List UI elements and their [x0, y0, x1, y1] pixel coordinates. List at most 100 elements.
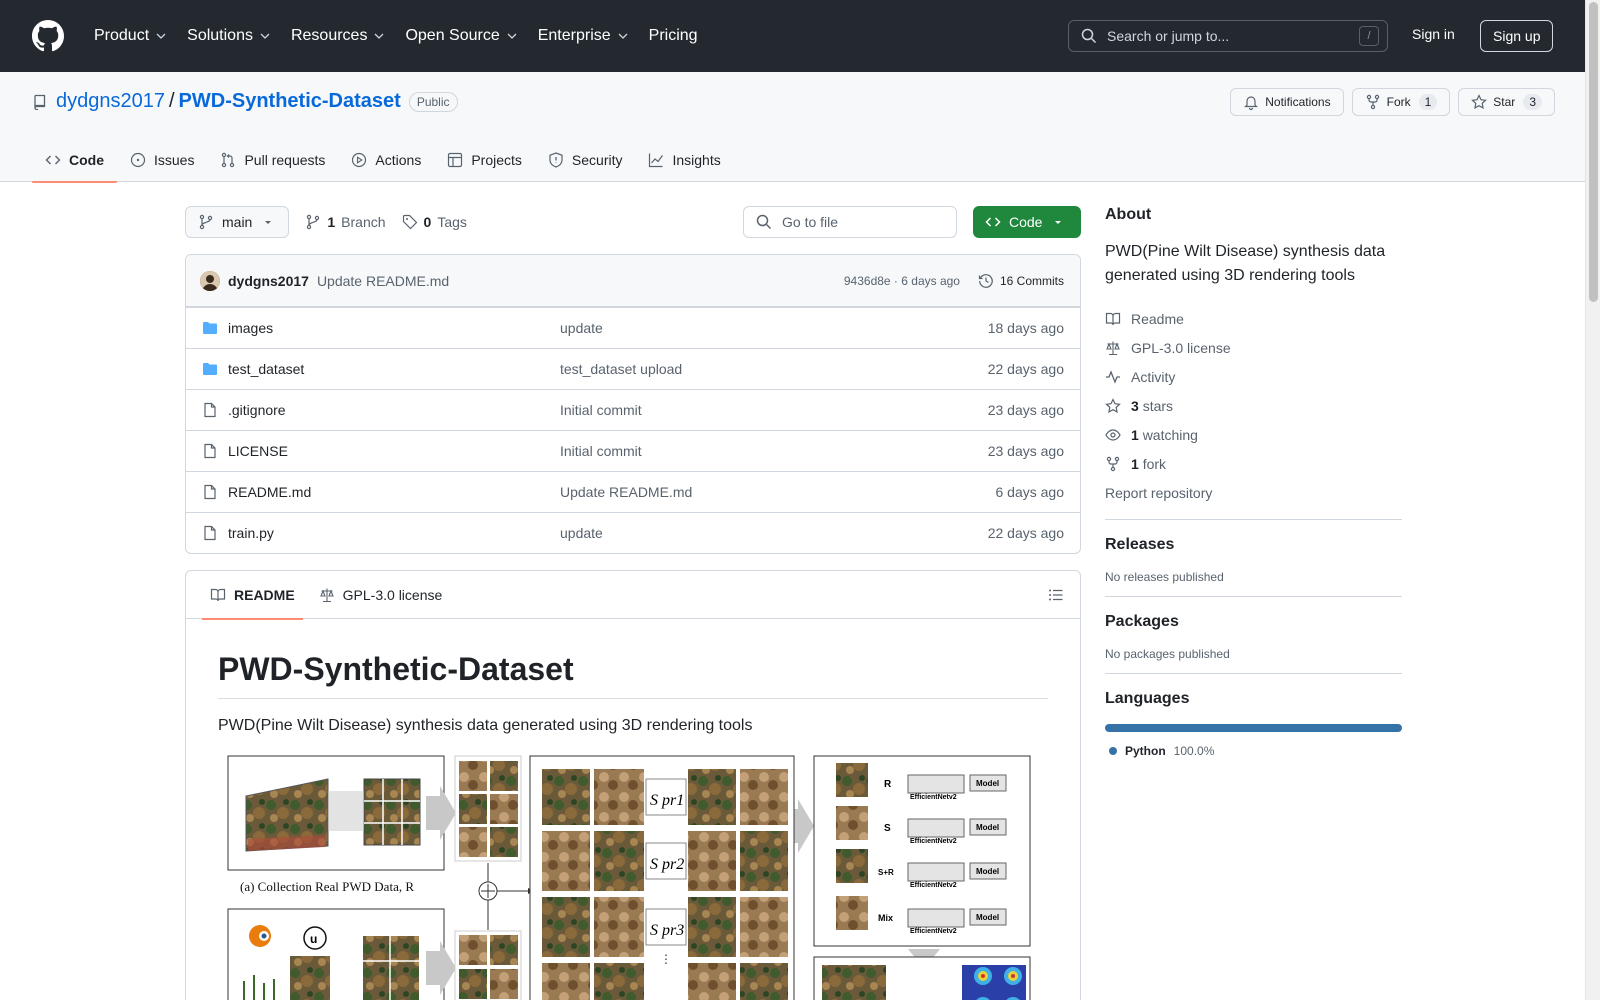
file-name-link[interactable]: LICENSE: [228, 443, 560, 459]
issue-icon: [130, 152, 146, 168]
nav-product-label: Product: [94, 27, 150, 44]
file-name-link[interactable]: images: [228, 320, 560, 336]
tab-license[interactable]: GPL-3.0 license: [311, 571, 451, 619]
net-label-3: EfficientNetv2: [910, 882, 957, 889]
code-icon: [45, 155, 61, 165]
go-to-file-input[interactable]: Go to file: [743, 206, 957, 238]
nav-resources[interactable]: Resources: [283, 21, 393, 51]
file-age: 22 days ago: [987, 361, 1064, 377]
file-commit-link[interactable]: test_dataset upload: [560, 361, 988, 377]
nav-product[interactable]: Product: [86, 21, 175, 51]
repo-header: dydgns2017 / PWD-Synthetic-Dataset Publi…: [0, 72, 1585, 183]
packages-heading[interactable]: Packages: [1105, 613, 1402, 631]
file-age: 6 days ago: [995, 484, 1065, 500]
nav-open-source[interactable]: Open Source: [397, 21, 525, 51]
code-icon: [985, 217, 1001, 227]
file-name-link[interactable]: train.py: [228, 525, 560, 541]
file-name-link[interactable]: README.md: [228, 484, 560, 500]
nav-resources-label: Resources: [290, 27, 368, 44]
file-commit-link[interactable]: Initial commit: [560, 443, 988, 459]
tab-projects[interactable]: Projects: [434, 138, 535, 182]
go-to-file-placeholder: Go to file: [782, 214, 839, 230]
branch-name: main: [222, 214, 253, 230]
languages-heading: Languages: [1105, 690, 1190, 707]
tab-readme[interactable]: README: [202, 571, 303, 620]
about-description: PWD(Pine Wilt Disease) synthesis data ge…: [1105, 243, 1386, 284]
tab-code[interactable]: Code: [32, 138, 117, 183]
branch-count: 1: [327, 214, 336, 230]
language-item[interactable]: Python 100.0%: [1105, 744, 1402, 758]
divider: [1105, 596, 1402, 597]
commit-author-link[interactable]: dydgns2017: [228, 273, 309, 289]
file-icon: [204, 402, 216, 418]
readme-link[interactable]: Readme: [1105, 304, 1402, 333]
nav-pricing[interactable]: Pricing: [641, 21, 706, 51]
net-label-1: EfficientNetv2: [910, 794, 957, 801]
fork-label: Fork: [1386, 95, 1411, 109]
watching-link[interactable]: 1 watching: [1105, 420, 1402, 449]
sidebar: About PWD(Pine Wilt Disease) synthesis d…: [1105, 206, 1402, 758]
code-dropdown-button[interactable]: Code: [973, 206, 1081, 238]
file-name-link[interactable]: .gitignore: [228, 402, 560, 418]
commit-age: 6 days ago: [901, 273, 960, 288]
tab-actions[interactable]: Actions: [338, 138, 434, 182]
file-commit-link[interactable]: update: [560, 320, 988, 336]
file-commit-link[interactable]: Initial commit: [560, 402, 988, 418]
activity-link[interactable]: Activity: [1105, 362, 1402, 391]
model-input-sr: S+R: [878, 868, 894, 877]
sign-up-button[interactable]: Sign up: [1480, 20, 1554, 52]
commit-hash-link[interactable]: 9436d8e: [844, 274, 891, 288]
chevron-down-icon: [618, 33, 628, 39]
github-logo-icon[interactable]: [32, 20, 64, 52]
star-button[interactable]: Star 3: [1458, 88, 1555, 116]
license-link[interactable]: GPL-3.0 license: [1105, 333, 1402, 362]
file-commit-link[interactable]: update: [560, 525, 988, 541]
file-name-link[interactable]: test_dataset: [228, 361, 560, 377]
search-input[interactable]: Search or jump to... /: [1068, 20, 1388, 52]
tags-link[interactable]: 0 Tags: [402, 214, 467, 230]
activity-link-label: Activity: [1131, 368, 1176, 385]
tab-issues[interactable]: Issues: [117, 138, 207, 182]
nav-solutions[interactable]: Solutions: [179, 21, 279, 51]
file-row[interactable]: images update 18 days ago: [186, 307, 1080, 348]
file-row[interactable]: .gitignore Initial commit 23 days ago: [186, 389, 1080, 430]
readme-figure: (a) Collection Real PWD Data, R S pr1 S …: [218, 751, 1036, 1000]
commit-message-link[interactable]: Update README.md: [317, 273, 449, 289]
about-heading: About: [1105, 206, 1152, 223]
spr3-label: S pr3: [650, 922, 684, 939]
tab-security[interactable]: Security: [535, 138, 636, 182]
tag-count-label: Tags: [437, 214, 467, 230]
sign-in-link[interactable]: Sign in: [1412, 26, 1455, 42]
file-row[interactable]: LICENSE Initial commit 23 days ago: [186, 430, 1080, 471]
tab-readme-label: README: [234, 586, 295, 603]
fork-button[interactable]: Fork 1: [1351, 88, 1451, 116]
eye-icon: [1105, 428, 1121, 441]
repo-owner-link[interactable]: dydgns2017: [56, 90, 165, 113]
file-commit-link[interactable]: Update README.md: [560, 484, 996, 500]
branch-selector[interactable]: main: [185, 206, 290, 238]
tab-issues-label: Issues: [154, 152, 195, 168]
list-unordered-icon[interactable]: [1048, 587, 1064, 603]
file-row[interactable]: train.py update 22 days ago: [186, 512, 1080, 553]
file-row[interactable]: test_dataset test_dataset upload 22 days…: [186, 348, 1080, 389]
tab-insights[interactable]: Insights: [635, 138, 733, 182]
star-count: 3: [1523, 94, 1542, 110]
readme-panel: README GPL-3.0 license PWD-Synthetic-Dat…: [185, 570, 1081, 1000]
repo-name-link[interactable]: PWD-Synthetic-Dataset: [179, 90, 401, 113]
book-icon: [210, 588, 226, 601]
svg-text:⋮: ⋮: [660, 952, 672, 966]
stars-link[interactable]: 3 stars: [1105, 391, 1402, 420]
page-scrollbar[interactable]: [1585, 0, 1600, 1000]
commits-history-link[interactable]: 16 Commits: [978, 273, 1064, 289]
file-row[interactable]: README.md Update README.md 6 days ago: [186, 471, 1080, 512]
scrollbar-thumb[interactable]: [1589, 2, 1598, 302]
report-repository-link[interactable]: Report repository: [1105, 478, 1402, 507]
forks-link[interactable]: 1 fork: [1105, 449, 1402, 478]
notifications-button[interactable]: Notifications: [1230, 88, 1344, 116]
releases-heading[interactable]: Releases: [1105, 536, 1402, 554]
nav-enterprise[interactable]: Enterprise: [530, 21, 637, 51]
tab-pull-requests[interactable]: Pull requests: [207, 138, 338, 182]
avatar[interactable]: [200, 270, 220, 291]
fork-icon: [1366, 94, 1379, 110]
branches-link[interactable]: 1 Branch: [305, 214, 386, 230]
